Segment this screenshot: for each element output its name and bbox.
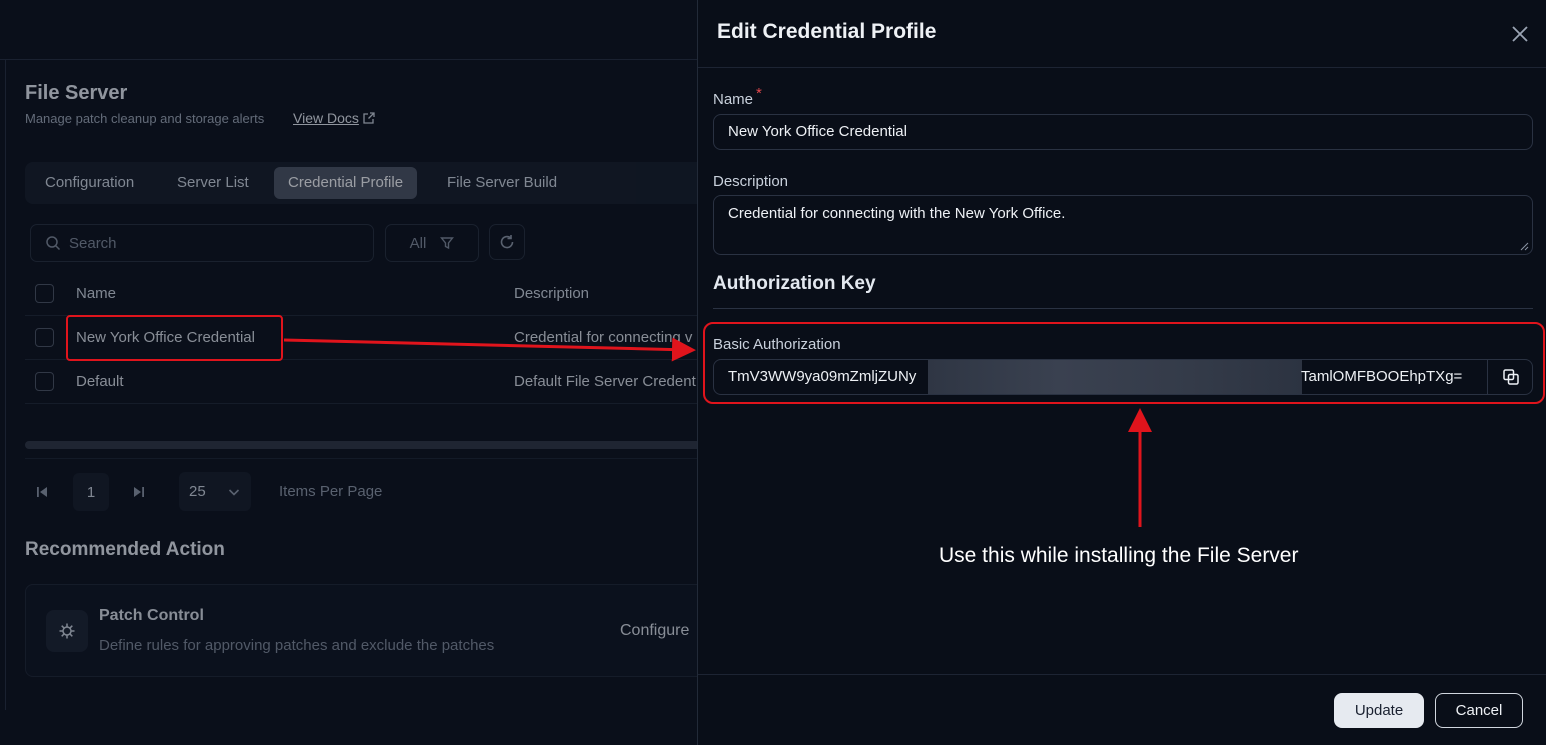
required-marker: * [756, 85, 762, 102]
drawer-title: Edit Credential Profile [717, 20, 937, 43]
column-header-name[interactable]: Name [76, 285, 116, 302]
update-button[interactable]: Update [1334, 693, 1424, 728]
filter-dropdown[interactable]: All [385, 224, 479, 262]
tab-bar: Configuration Server List Credential Pro… [25, 162, 697, 204]
row-checkbox[interactable] [35, 372, 54, 391]
name-label-text: Name [713, 91, 754, 108]
authorization-section-title: Authorization Key [713, 273, 876, 294]
drawer-footer-divider [698, 674, 1546, 675]
search-icon [46, 236, 61, 251]
resize-handle-icon[interactable] [1520, 242, 1529, 251]
first-page-icon[interactable] [34, 485, 50, 499]
column-header-description[interactable]: Description [514, 285, 589, 302]
highlight-box-name [66, 315, 283, 361]
section-divider [713, 308, 1533, 309]
search-placeholder: Search [69, 234, 117, 252]
tab-file-server-build[interactable]: File Server Build [433, 167, 571, 199]
background-page: File Server Manage patch cleanup and sto… [0, 0, 697, 745]
cancel-button[interactable]: Cancel [1435, 693, 1523, 728]
view-docs-link[interactable]: View Docs [293, 110, 376, 126]
name-field-label: Name * [713, 85, 762, 108]
items-per-page-label: Items Per Page [279, 483, 383, 500]
pagination-divider [25, 458, 697, 459]
filter-icon [440, 237, 455, 250]
horizontal-scrollbar[interactable] [25, 441, 697, 449]
description-field-label: Description [713, 173, 789, 190]
highlight-box-auth-key [703, 322, 1545, 404]
sidebar-divider [5, 60, 6, 710]
patch-control-icon [46, 610, 88, 652]
close-icon[interactable] [1508, 22, 1532, 46]
top-bar [0, 0, 697, 60]
tab-credential-profile[interactable]: Credential Profile [274, 167, 418, 199]
current-page-button[interactable]: 1 [73, 473, 109, 511]
description-value: Credential for connecting with the New Y… [728, 205, 1066, 222]
page-title: File Server [25, 82, 128, 104]
row-name[interactable]: Default [76, 373, 124, 390]
external-link-icon [363, 112, 375, 124]
description-textarea[interactable]: Credential for connecting with the New Y… [713, 195, 1533, 255]
refresh-icon [500, 235, 514, 249]
row-description: Credential for connecting v [514, 329, 693, 346]
row-checkbox[interactable] [35, 328, 54, 347]
recommended-card: Patch Control Define rules for approving… [25, 584, 697, 677]
tab-server-list[interactable]: Server List [163, 167, 263, 199]
table-row[interactable]: Default Default File Server Credent [25, 360, 697, 404]
chevron-down-icon [228, 488, 240, 496]
page-size-select[interactable]: 25 [179, 472, 251, 511]
last-page-icon[interactable] [131, 485, 147, 499]
page-size-value: 25 [189, 483, 206, 500]
drawer-header: Edit Credential Profile [698, 0, 1546, 68]
search-input[interactable]: Search [30, 224, 374, 262]
annotation-note: Use this while installing the File Serve… [939, 544, 1299, 567]
page-subtitle: Manage patch cleanup and storage alerts [25, 111, 265, 126]
configure-button[interactable]: Configure [620, 622, 689, 640]
row-description: Default File Server Credent [514, 373, 696, 390]
filter-label: All [409, 234, 427, 252]
select-all-checkbox[interactable] [35, 284, 54, 303]
view-docs-label: View Docs [293, 110, 359, 126]
tab-configuration[interactable]: Configuration [31, 167, 148, 199]
recommended-title: Recommended Action [25, 539, 225, 560]
recommended-card-description: Define rules for approving patches and e… [99, 637, 495, 654]
recommended-card-title: Patch Control [99, 607, 204, 624]
table-header: Name Description [25, 272, 697, 316]
name-input[interactable]: New York Office Credential [713, 114, 1533, 150]
refresh-button[interactable] [489, 224, 525, 260]
app-root: File Server Manage patch cleanup and sto… [0, 0, 1546, 745]
